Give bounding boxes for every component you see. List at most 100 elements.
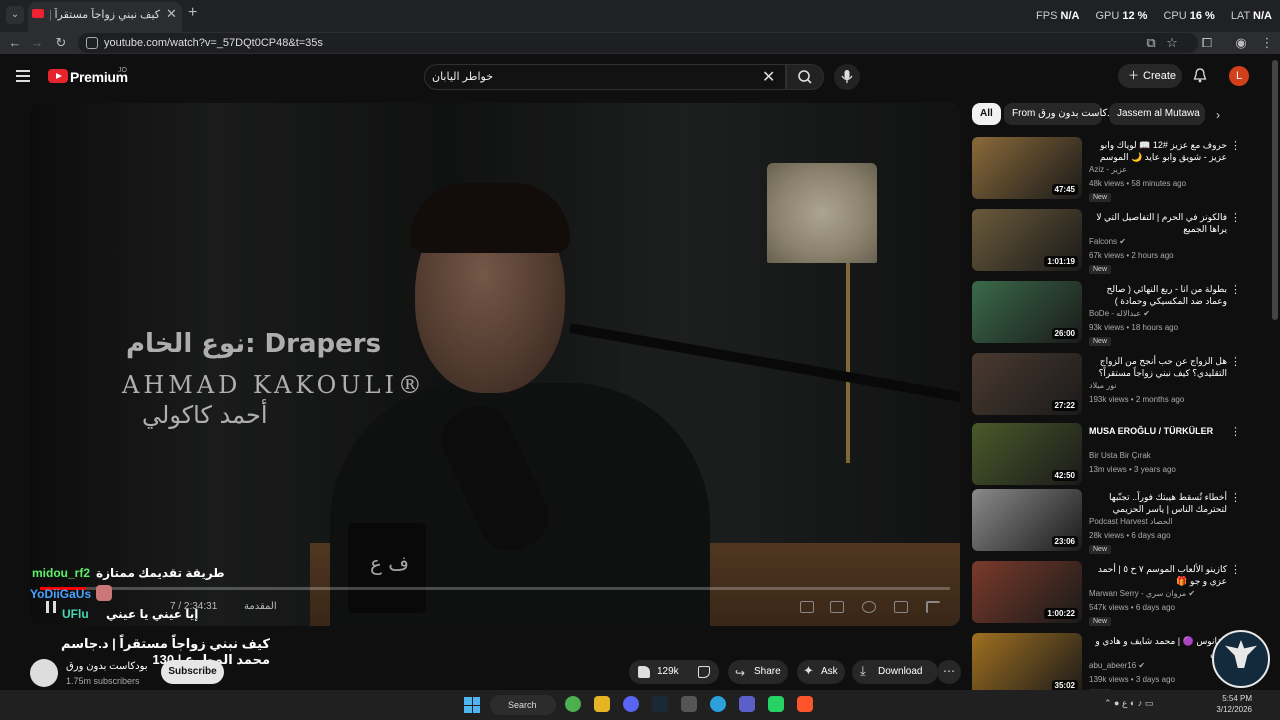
recommendation-title[interactable]: أخطاء تُسقط هيبتك فوراً.. تجنّبها لتحترم… — [1089, 491, 1227, 515]
system-tray[interactable]: ⌃ ● ع ◐ ♪ ▭ — [1104, 698, 1153, 709]
recommendation-channel[interactable]: Marwan Serry - مروان سري ✔ — [1089, 589, 1195, 598]
tab-title: كيف نبني زواجاً مستقراً | د.جاسم — [50, 9, 160, 21]
recommendation-title[interactable]: حروف مع عزيز #12 📖 لوياك وابو عزيز - شوي… — [1089, 139, 1227, 163]
file-explorer-icon[interactable] — [594, 696, 610, 712]
gpu-label: GPU — [1095, 10, 1120, 22]
more-vert-icon[interactable]: ⋮ — [1230, 425, 1241, 438]
recommendation-item[interactable]: 47:45 حروف مع عزيز #12 📖 لوياك وابو عزيز… — [972, 137, 1244, 203]
recommendation-title[interactable]: القانوس 🟣 | محمد شايف و هادي و يامن — [1089, 635, 1227, 659]
more-actions-icon[interactable]: ⋯ — [937, 660, 961, 684]
url-text[interactable]: youtube.com/watch?v=_57DQt0CP48&t=35s — [104, 37, 323, 49]
youtube-logo-icon[interactable] — [48, 69, 68, 83]
teams-icon[interactable] — [739, 696, 755, 712]
recommendation-channel[interactable]: Aziz - عزيز — [1089, 165, 1127, 174]
tab-close-icon[interactable]: ✕ — [166, 6, 177, 22]
recommendation-channel[interactable]: Bir Usta Bir Çırak — [1089, 451, 1151, 460]
recommendation-channel[interactable]: Podcast Harvest الحصاد — [1089, 517, 1173, 526]
more-vert-icon[interactable]: ⋮ — [1230, 563, 1241, 576]
fullscreen-icon[interactable] — [926, 601, 940, 613]
chip-from-channel[interactable]: From بودكاست بدون ورق — [1004, 103, 1120, 125]
settings-gear-icon[interactable] — [862, 601, 876, 613]
recommendation-channel[interactable]: Falcons ✔ — [1089, 237, 1126, 246]
back-arrow-icon[interactable]: ← — [6, 35, 24, 51]
taskbar-search[interactable]: Search — [490, 695, 556, 715]
subscriber-count: 1.75m subscribers — [66, 676, 140, 686]
reload-icon[interactable]: ↻ — [52, 35, 70, 51]
autoplay-toggle-icon[interactable] — [800, 601, 814, 613]
voice-search-button[interactable] — [834, 64, 860, 90]
chip-all[interactable]: All — [972, 103, 1001, 125]
recommendation-item[interactable]: 27:22 هل الزواج عن حب أنجح من الزواج الت… — [972, 353, 1244, 419]
whatsapp-icon[interactable] — [768, 696, 784, 712]
chapter-label[interactable]: المقدمة — [244, 601, 277, 612]
search-button[interactable] — [786, 64, 824, 90]
subscribe-button[interactable]: Subscribe — [161, 660, 224, 684]
recommendation-channel[interactable]: BoDe - عبدالاله ✔ — [1089, 309, 1150, 318]
subtitles-icon[interactable] — [830, 601, 844, 613]
recommendation-thumbnail[interactable]: 27:22 — [972, 353, 1082, 415]
extensions-icon[interactable]: ⧠ — [1198, 35, 1216, 51]
browser-menu-icon[interactable]: ⋮ — [1258, 35, 1276, 51]
recommendation-thumbnail[interactable]: 1:00:22 — [972, 561, 1082, 623]
hamburger-menu-icon[interactable] — [16, 70, 30, 82]
create-button[interactable]: ＋ Create — [1118, 64, 1182, 88]
chip-jassem[interactable]: Jassem al Mutawa — [1109, 103, 1205, 125]
duration-badge: 42:50 — [1051, 470, 1078, 481]
recommendation-thumbnail[interactable]: 23:06 — [972, 489, 1082, 551]
chat-emote-icon — [96, 585, 112, 601]
recommendation-title[interactable]: هل الزواج عن حب أنجح من الزواج التقليدي؟… — [1089, 355, 1227, 379]
recommendation-item[interactable]: 42:50 MUSA EROĞLU / TÜRKÜLER Bir Usta Bi… — [972, 423, 1244, 489]
more-vert-icon[interactable]: ⋮ — [1230, 211, 1241, 224]
thumbs-up-icon[interactable] — [638, 666, 650, 678]
windows-start-icon[interactable] — [464, 697, 480, 713]
recommendation-thumbnail[interactable]: 35:02 — [972, 633, 1082, 695]
bookmark-star-icon[interactable]: ☆ — [1163, 35, 1181, 51]
telegram-icon[interactable] — [710, 696, 726, 712]
steam-icon[interactable] — [652, 696, 668, 712]
search-input[interactable]: خواطر اليابان — [432, 70, 493, 83]
page-scrollbar[interactable] — [1272, 60, 1278, 320]
pause-icon[interactable] — [46, 601, 56, 613]
recommendation-title[interactable]: كازينو الألعاب الموسم ٧ ح ٥ | أحمد عزي و… — [1089, 563, 1227, 587]
discord-icon[interactable] — [623, 696, 639, 712]
progress-bar[interactable] — [40, 587, 950, 590]
recommendation-thumbnail[interactable]: 26:00 — [972, 281, 1082, 343]
channel-avatar[interactable] — [30, 659, 58, 687]
recommendation-thumbnail[interactable]: 42:50 — [972, 423, 1082, 485]
app-icon[interactable] — [681, 696, 697, 712]
notifications-bell-icon[interactable] — [1193, 68, 1207, 83]
clock[interactable]: 5:54 PM 3/12/2026 — [1214, 693, 1252, 715]
recommendation-channel[interactable]: abu_abeer16 ✔ — [1089, 661, 1145, 670]
recommendation-item[interactable]: 1:00:22 كازينو الألعاب الموسم ٧ ح ٥ | أح… — [972, 561, 1244, 627]
recommendation-item[interactable]: 26:00 بطولة من انا - ربع النهائي ( صالح … — [972, 281, 1244, 347]
recommendation-title[interactable]: MUSA EROĞLU / TÜRKÜLER — [1089, 425, 1227, 437]
duration-badge: 47:45 — [1051, 184, 1078, 195]
brave-icon[interactable] — [797, 696, 813, 712]
profile-icon[interactable]: ◉ — [1232, 35, 1250, 51]
more-vert-icon[interactable]: ⋮ — [1230, 355, 1241, 368]
language-indicator[interactable]: ع — [1122, 698, 1127, 708]
more-vert-icon[interactable]: ⋮ — [1230, 491, 1241, 504]
cast-icon[interactable]: ⧉ — [1142, 35, 1160, 51]
recommendation-channel[interactable]: نور ميلاد — [1089, 381, 1116, 390]
recommendation-item[interactable]: 1:01:19 فالكونز في الحرم | التفاصيل التي… — [972, 209, 1244, 275]
more-vert-icon[interactable]: ⋮ — [1230, 283, 1241, 296]
clear-search-icon[interactable]: ✕ — [762, 67, 775, 87]
video-player[interactable]: ف ع نوع الخام: Drapers AHMAD KAKOULI® أح… — [30, 103, 960, 626]
forward-arrow-icon[interactable]: → — [28, 35, 46, 51]
more-vert-icon[interactable]: ⋮ — [1230, 139, 1241, 152]
thumbs-down-icon[interactable] — [698, 666, 710, 678]
miniplayer-icon[interactable] — [894, 601, 908, 613]
recommendation-item[interactable]: 23:06 أخطاء تُسقط هيبتك فوراً.. تجنّبها … — [972, 489, 1244, 555]
recommendation-thumbnail[interactable]: 1:01:19 — [972, 209, 1082, 271]
recommendation-title[interactable]: فالكونز في الحرم | التفاصيل التي لا يراه… — [1089, 211, 1227, 235]
recommendation-thumbnail[interactable]: 47:45 — [972, 137, 1082, 199]
new-tab-button[interactable]: + — [188, 4, 197, 22]
channel-name[interactable]: بودكاست بدون ورق — [66, 661, 148, 672]
chevron-right-icon[interactable]: › — [1216, 108, 1220, 122]
chrome-icon[interactable] — [565, 696, 581, 712]
recommendation-title[interactable]: بطولة من انا - ربع النهائي ( صالح وعماد … — [1089, 283, 1227, 307]
site-info-icon[interactable] — [86, 37, 98, 49]
account-avatar[interactable]: L — [1229, 66, 1249, 86]
tab-search-button[interactable]: ⌄ — [6, 6, 24, 24]
